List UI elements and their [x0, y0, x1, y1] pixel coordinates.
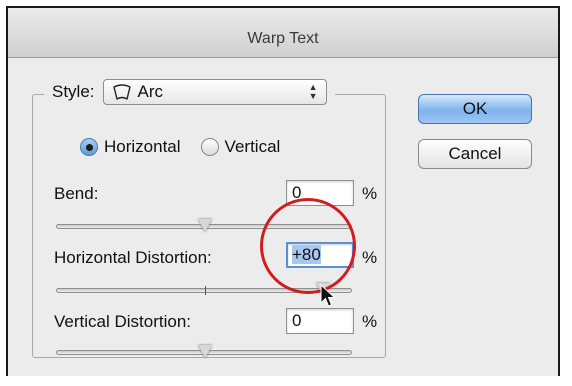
radio-horizontal-button[interactable] [80, 138, 98, 156]
up-down-arrows-icon: ▲ ▼ [308, 82, 318, 101]
vertical-distortion-input[interactable]: 0 [286, 308, 354, 334]
bend-percent-label: % [362, 184, 378, 203]
title-bar: Warp Text [8, 8, 558, 58]
style-label: Style: [52, 82, 95, 101]
slider-center-tick [205, 286, 206, 295]
cancel-button[interactable]: Cancel [418, 139, 532, 169]
highlight-circle [260, 198, 356, 294]
vertical-distortion-percent-label: % [362, 312, 378, 331]
bend-label: Bend: [54, 184, 99, 203]
screenshot-frame: Warp Text Style: Arc ▲ ▼ Horizontal Verti… [6, 6, 560, 376]
ok-button[interactable]: OK [418, 94, 532, 124]
radio-horizontal[interactable]: Horizontal [80, 137, 181, 157]
radio-vertical[interactable]: Vertical [200, 137, 281, 157]
radio-vertical-label: Vertical [224, 137, 281, 156]
vertical-distortion-label: Vertical Distortion: [54, 312, 191, 331]
radio-vertical-button[interactable] [200, 138, 219, 156]
mouse-pointer-icon [320, 284, 336, 307]
style-select[interactable]: Arc ▲ ▼ [102, 79, 327, 105]
vertical-distortion-slider-thumb[interactable] [198, 345, 212, 358]
orientation-radio-group: Horizontal Vertical [80, 137, 300, 157]
radio-horizontal-label: Horizontal [104, 137, 181, 156]
vertical-distortion-slider[interactable] [56, 345, 352, 358]
style-row: Style: Arc ▲ ▼ [44, 77, 335, 107]
arc-warp-icon [112, 84, 131, 100]
bend-slider-thumb[interactable] [198, 219, 212, 232]
horizontal-distortion-percent-label: % [362, 248, 378, 267]
dialog-content: Style: Arc ▲ ▼ Horizontal Vertical Bend: … [8, 58, 558, 376]
dialog-title: Warp Text [247, 30, 319, 47]
horizontal-distortion-label: Horizontal Distortion: [54, 248, 212, 267]
style-select-value: Arc [137, 82, 164, 101]
